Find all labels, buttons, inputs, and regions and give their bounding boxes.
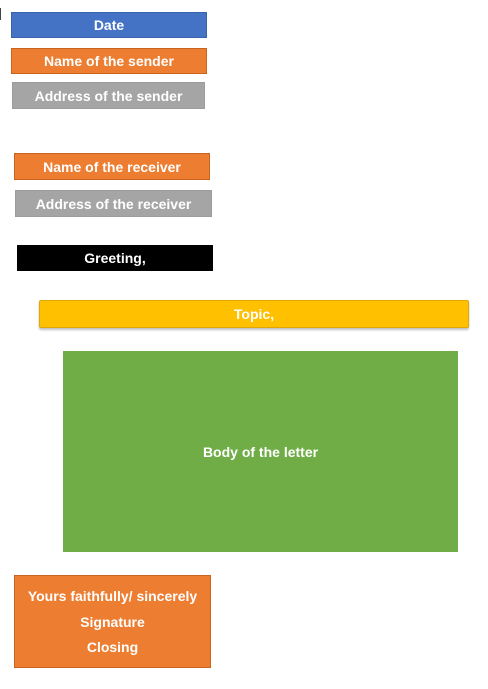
receiver-name-box: Name of the receiver xyxy=(14,153,210,180)
receiver-name-label: Name of the receiver xyxy=(43,158,181,175)
receiver-address-box: Address of the receiver xyxy=(15,190,212,217)
signature-label: Signature xyxy=(80,613,145,630)
topic-label: Topic, xyxy=(233,306,275,322)
receiver-address-label: Address of the receiver xyxy=(35,195,192,212)
text-cursor-mark xyxy=(0,8,1,20)
sender-address-label: Address of the sender xyxy=(34,87,183,104)
sender-address-box: Address of the sender xyxy=(12,82,205,109)
greeting-label: Greeting, xyxy=(84,250,146,266)
date-box: Date xyxy=(11,12,207,38)
topic-box: Topic, xyxy=(39,300,469,328)
sender-name-box: Name of the sender xyxy=(11,48,207,74)
date-label: Date xyxy=(93,17,125,33)
sender-name-label: Name of the sender xyxy=(44,53,174,69)
body-label: Body of the letter xyxy=(202,443,319,460)
closing-box: Yours faithfully/ sincerely Signature Cl… xyxy=(14,575,211,668)
closing-phrase-label: Yours faithfully/ sincerely xyxy=(27,588,198,605)
greeting-box: Greeting, xyxy=(17,245,213,271)
body-box: Body of the letter xyxy=(63,351,458,552)
closing-label: Closing xyxy=(86,638,139,655)
